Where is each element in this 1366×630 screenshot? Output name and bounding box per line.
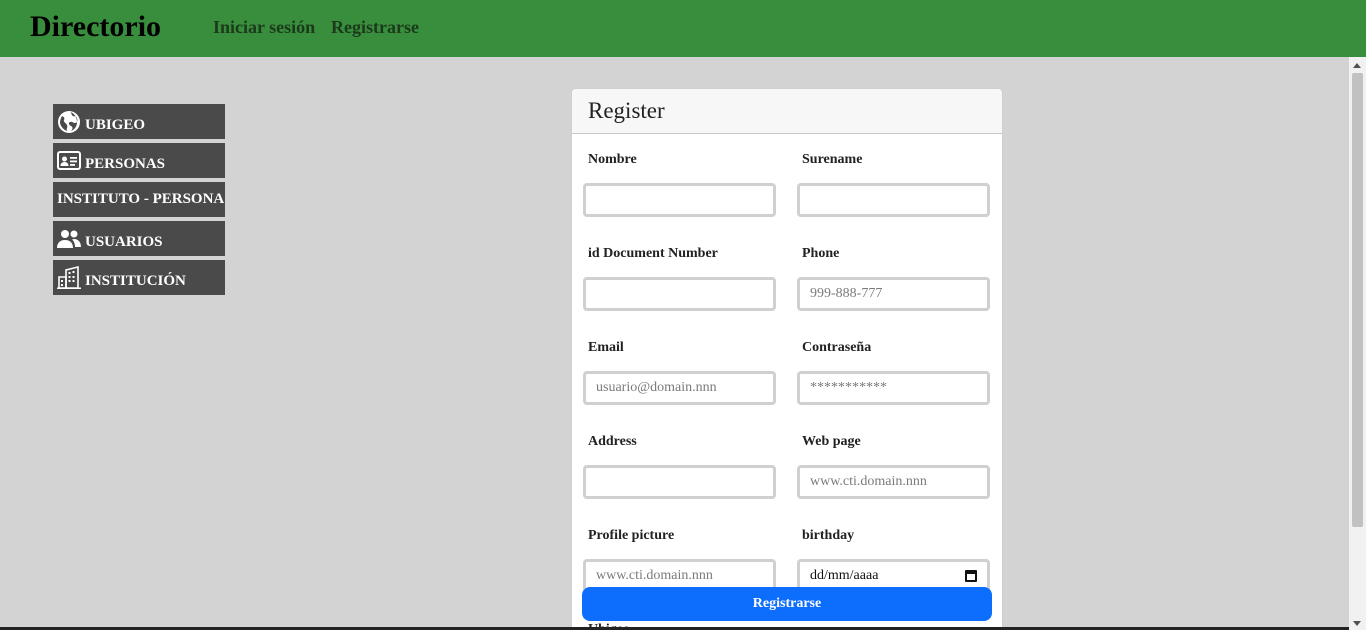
password-input[interactable] (797, 371, 990, 405)
users-icon (57, 227, 81, 251)
address-label: Address (588, 434, 637, 449)
sidebar-item-label: INSTITUTO - PERSONA (57, 191, 225, 207)
password-label: Contraseña (802, 340, 872, 355)
nombre-label: Nombre (588, 152, 637, 167)
document-label: id Document Number (588, 246, 718, 261)
sidebar-item-institucion[interactable]: INSTITUCIÓN (53, 260, 225, 295)
surename-input[interactable] (797, 183, 990, 217)
webpage-label: Web page (802, 434, 861, 449)
vertical-scrollbar[interactable] (1349, 57, 1366, 630)
sidebar: UBIGEO PERSONAS INSTITUTO - PERSONA USUA… (53, 104, 225, 299)
scroll-up-icon[interactable] (1353, 63, 1361, 68)
webpage-input[interactable] (797, 465, 990, 499)
email-input[interactable] (583, 371, 776, 405)
building-icon (57, 266, 81, 290)
email-label: Email (588, 340, 624, 355)
sidebar-item-label: USUARIOS (85, 234, 163, 250)
sidebar-item-label: PERSONAS (85, 156, 166, 172)
globe-icon (57, 110, 81, 134)
register-submit-button[interactable]: Registrarse (582, 587, 992, 621)
calendar-icon[interactable] (965, 570, 977, 582)
phone-input[interactable] (797, 277, 990, 311)
phone-label: Phone (802, 246, 840, 261)
address-input[interactable] (583, 465, 776, 499)
surename-label: Surename (802, 152, 863, 167)
sidebar-item-ubigeo[interactable]: UBIGEO (53, 104, 225, 139)
top-navbar: Directorio Iniciar sesión Registrarse (0, 0, 1366, 57)
picture-label: Profile picture (588, 528, 675, 543)
register-card: Register Nombre Surename id Document Num… (571, 88, 1003, 630)
nav-login-link[interactable]: Iniciar sesión (213, 17, 315, 38)
card-title: Register (572, 89, 1002, 134)
nombre-input[interactable] (583, 183, 776, 217)
sidebar-item-label: UBIGEO (85, 117, 146, 133)
sidebar-item-personas[interactable]: PERSONAS (53, 143, 225, 178)
brand-title[interactable]: Directorio (30, 10, 161, 44)
id-card-icon (57, 149, 81, 173)
nav-register-link[interactable]: Registrarse (331, 17, 419, 38)
birthday-label: birthday (802, 528, 855, 543)
scroll-down-icon[interactable] (1353, 621, 1361, 626)
document-input[interactable] (583, 277, 776, 311)
sidebar-item-usuarios[interactable]: USUARIOS (53, 221, 225, 256)
scrollbar-thumb[interactable] (1352, 73, 1363, 527)
sidebar-item-label: INSTITUCIÓN (85, 273, 186, 289)
sidebar-item-instituto-persona[interactable]: INSTITUTO - PERSONA (53, 182, 225, 217)
birthday-value: dd/mm/aaaa (810, 568, 879, 583)
